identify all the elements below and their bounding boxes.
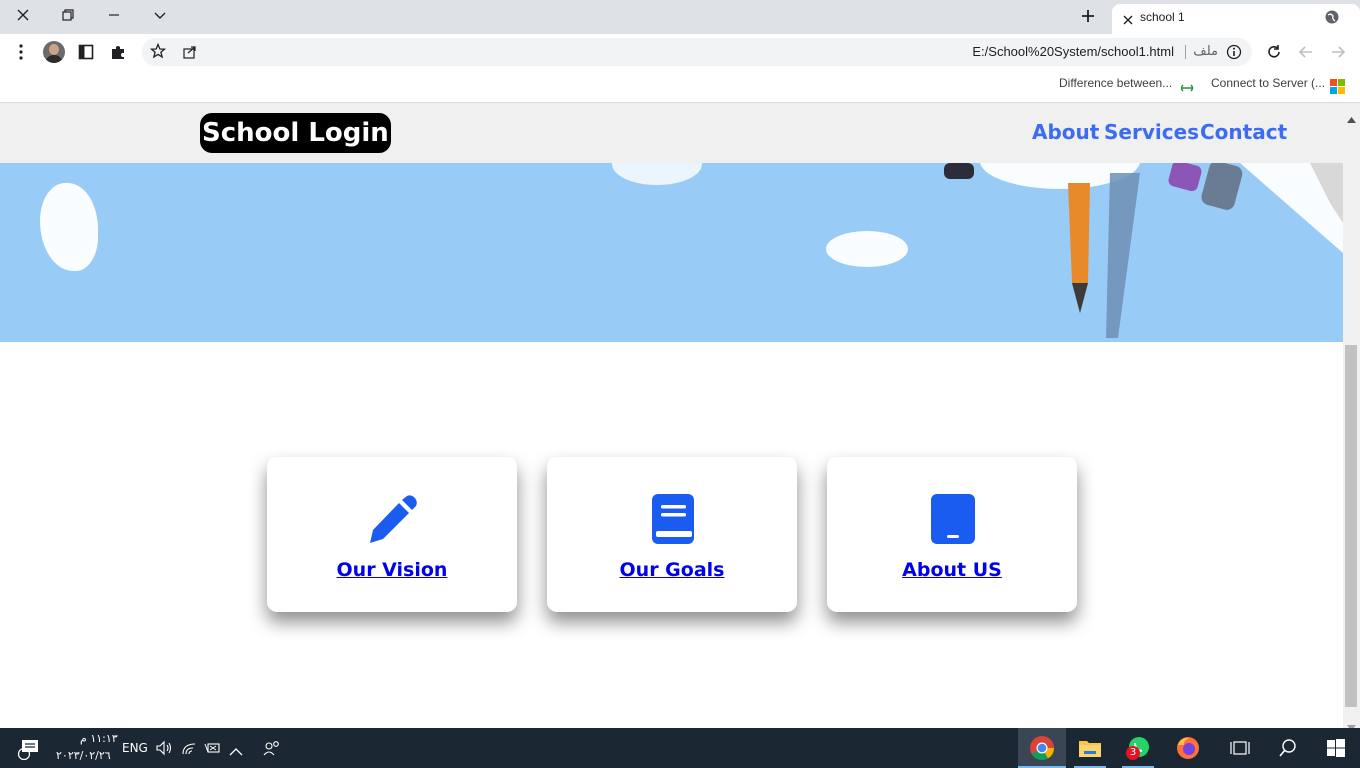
taskbar-chrome[interactable] [1018, 728, 1066, 768]
site-navbar: School Login About Services Contact [0, 103, 1343, 163]
kebab-menu-icon [19, 44, 23, 60]
card-about-us[interactable]: About US [827, 457, 1077, 612]
folder-icon [1079, 741, 1101, 757]
firefox-icon [1177, 737, 1199, 759]
volume-icon[interactable] [155, 740, 173, 760]
chevron-down-icon [154, 12, 166, 19]
notification-badge: 3 [1126, 746, 1140, 760]
chrome-icon [1030, 736, 1054, 761]
people-icon[interactable] [263, 739, 281, 761]
cloud-shape [612, 163, 702, 185]
arrow-right-icon [1332, 46, 1346, 58]
arrow-left-icon [1298, 46, 1312, 58]
minimize-icon [109, 14, 119, 16]
notification-icon [17, 740, 38, 761]
globe-icon [1324, 9, 1340, 29]
reload-button[interactable] [1265, 43, 1283, 65]
site-info-button[interactable] [1226, 44, 1242, 64]
taskbar-date[interactable]: ٢٠٢٣/٠٢/٢٦ [56, 749, 111, 762]
windows-taskbar: ١١:١٣ م ٢٠٢٣/٠٢/٢٦ ENG 3 [0, 728, 1360, 768]
pencil-icon [370, 495, 417, 543]
cloud-shape [826, 231, 908, 267]
profile-avatar[interactable] [43, 41, 65, 63]
scroll-up-arrow[interactable] [1347, 108, 1356, 127]
tab-search-button[interactable] [137, 0, 183, 30]
restore-icon [62, 9, 74, 21]
forward-button[interactable] [1329, 43, 1347, 65]
language-indicator[interactable]: ENG [122, 741, 148, 755]
card-our-goals[interactable]: Our Goals [547, 457, 797, 612]
page-scrollbar[interactable] [1343, 103, 1360, 731]
task-view-button[interactable] [1216, 728, 1264, 768]
share-button[interactable] [182, 44, 198, 64]
back-button[interactable] [1297, 43, 1315, 65]
tablet-icon [931, 494, 975, 544]
browser-toolbar: E:/School%20System/school1.html ملف [0, 34, 1360, 70]
close-icon [1123, 15, 1133, 25]
pencils-illustration [944, 163, 1343, 338]
card-link-about-us[interactable]: About US [827, 559, 1077, 581]
search-button[interactable] [1264, 728, 1312, 768]
menu-kebab-button[interactable] [14, 43, 28, 65]
nav-link-contact[interactable]: Contact [1200, 120, 1287, 144]
info-icon [1226, 44, 1242, 60]
taskbar-time[interactable]: ١١:١٣ م [80, 732, 118, 745]
side-panel-button[interactable] [78, 44, 94, 64]
tab-close-button[interactable] [1122, 11, 1134, 30]
chevron-up-icon[interactable] [229, 742, 243, 761]
file-scheme-label: ملف [1193, 44, 1218, 59]
taskbar-whatsapp[interactable]: 3 [1114, 728, 1162, 768]
book-icon [652, 494, 694, 544]
card-our-vision[interactable]: Our Vision [267, 457, 517, 612]
windows-icon [1327, 739, 1345, 757]
nav-link-services[interactable]: Services [1104, 120, 1199, 144]
puzzle-icon [112, 46, 124, 59]
cloud-shape [40, 183, 98, 271]
microsoft-icon [1330, 79, 1345, 94]
wifi-icon[interactable] [181, 740, 199, 760]
browser-title-bar: school 1 [0, 0, 1360, 34]
battery-icon[interactable] [203, 740, 221, 760]
geeksforgeeks-icon [1180, 79, 1194, 98]
taskbar-firefox[interactable] [1164, 728, 1212, 768]
scrollbar-thumb[interactable] [1345, 345, 1357, 707]
side-panel-icon [78, 44, 94, 60]
new-tab-button[interactable] [1078, 6, 1098, 30]
browser-tab[interactable]: school 1 [1112, 4, 1360, 34]
bookmarks-bar: Difference between... Connect to Server … [0, 70, 1360, 103]
hero-banner [0, 163, 1343, 342]
reload-icon [1268, 45, 1280, 58]
close-window-button[interactable] [0, 0, 46, 30]
web-page: School Login About Services Contact Our … [0, 103, 1343, 728]
extensions-button[interactable] [110, 44, 126, 64]
restore-window-button[interactable] [45, 0, 91, 30]
tab-title: school 1 [1140, 10, 1185, 24]
start-button[interactable] [1312, 728, 1360, 768]
notifications-button[interactable] [14, 738, 42, 764]
close-icon [17, 9, 29, 21]
task-view-icon [1230, 741, 1250, 755]
nav-link-about[interactable]: About [1032, 120, 1099, 144]
address-bar[interactable]: E:/School%20System/school1.html ملف [142, 38, 1252, 66]
minimize-window-button[interactable] [91, 0, 137, 30]
url-text: E:/School%20System/school1.html [972, 44, 1174, 59]
star-icon [149, 42, 167, 59]
bookmark-connect-to-server[interactable]: Connect to Server (... [1211, 76, 1325, 90]
share-icon [183, 46, 196, 59]
search-icon [1279, 739, 1296, 757]
card-link-our-vision[interactable]: Our Vision [267, 559, 517, 581]
taskbar-file-explorer[interactable] [1066, 728, 1114, 768]
plus-icon [1082, 10, 1094, 22]
bookmark-difference-between[interactable]: Difference between... [1059, 76, 1172, 90]
bookmark-star-button[interactable] [149, 42, 167, 63]
card-link-our-goals[interactable]: Our Goals [547, 559, 797, 581]
site-brand[interactable]: School Login [200, 113, 391, 153]
